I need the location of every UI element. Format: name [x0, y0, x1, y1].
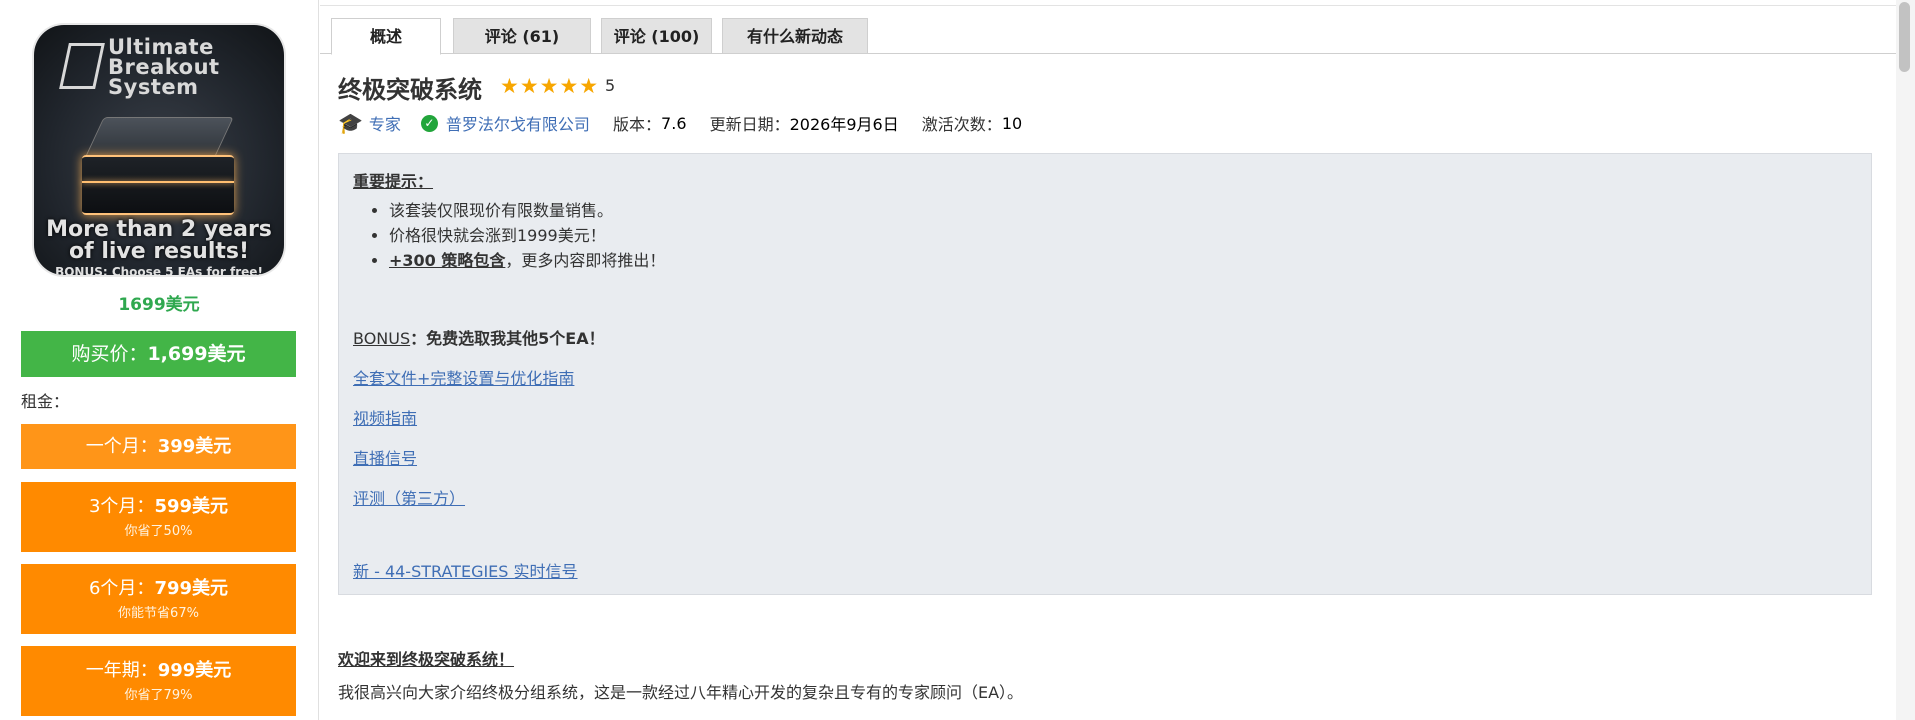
rent-period: 3个月：	[88, 496, 155, 517]
rent-period: 一年期：	[85, 660, 158, 681]
bonus-line: BONUS：免费选取我其他5个EA！	[353, 329, 1857, 349]
author-link[interactable]: 普罗法尔戈有限公司	[446, 111, 590, 135]
version-label: 版本：	[613, 115, 662, 134]
scrollbar-track[interactable]	[1896, 0, 1915, 720]
product-image-title: Ultimate Breakout System	[108, 35, 220, 99]
buy-button-label: 购买价：	[71, 343, 148, 365]
rent-price: 599美元	[154, 496, 229, 517]
product-box-graphic	[78, 117, 238, 217]
buy-button-price: 1,699美元	[147, 343, 246, 365]
rent-1-month-button[interactable]: 一个月：399美元	[21, 424, 296, 469]
activations-value: 10	[1001, 113, 1023, 133]
page-title: 终极突破系统	[338, 76, 482, 104]
buy-button[interactable]: 购买价：1,699美元	[21, 331, 296, 377]
rent-price: 799美元	[154, 578, 229, 599]
full-docs-link[interactable]: 全套文件+完整设置与优化指南	[353, 369, 574, 388]
rent-1-year-button[interactable]: 一年期：999美元 你省了79%	[21, 646, 296, 716]
notice-list: 该套装仅限现价有限数量销售。 价格很快就会涨到1999美元！ +300 策略包含…	[389, 198, 1857, 273]
live-signal-link[interactable]: 直播信号	[353, 449, 417, 468]
third-party-review-link[interactable]: 评测（第三方）	[353, 489, 465, 508]
tab-overview[interactable]: 概述	[331, 18, 441, 55]
rent-label: 租金：	[21, 392, 70, 411]
product-price: 1699美元	[118, 295, 200, 315]
product-image-tagline: More than 2 years of live results!	[46, 217, 272, 264]
new-signal-link[interactable]: 新 - 44-STRATEGIES 实时信号	[353, 562, 578, 581]
list-item-text: ，更多内容即将推出！	[505, 251, 666, 270]
product-logo-icon	[59, 43, 105, 89]
graduation-cap-icon: 🎓	[338, 111, 363, 135]
rent-savings: 你能节省67%	[118, 606, 199, 621]
category-link[interactable]: 专家	[369, 111, 401, 135]
intro-paragraph: 我很高兴向大家介绍终极分组系统，这是一款经过八年精心开发的复杂且专有的专家顾问（…	[338, 683, 1024, 702]
product-meta: 🎓 专家 ✓ 普罗法尔戈有限公司 版本：7.6 更新日期：2026年9月6日 激活次数…	[338, 111, 1022, 135]
verified-check-icon: ✓	[420, 114, 438, 132]
tab-comments[interactable]: 评论 (100)	[601, 18, 712, 54]
list-item: 价格很快就会涨到1999美元！	[389, 223, 1857, 248]
rent-3-month-button[interactable]: 3个月：599美元 你省了50%	[21, 482, 296, 552]
purchase-sidebar: Ultimate Breakout System More than 2 yea…	[0, 0, 319, 720]
notice-heading: 重要提示：	[353, 172, 434, 191]
version-value: 7.6	[661, 113, 687, 133]
tab-reviews[interactable]: 评论 (61)	[453, 18, 591, 54]
strategies-highlight: +300 策略包含	[389, 251, 506, 270]
important-notice-box: 重要提示： 该套装仅限现价有限数量销售。 价格很快就会涨到1999美元！ +30…	[338, 153, 1872, 595]
rent-6-month-button[interactable]: 6个月：799美元 你能节省67%	[21, 564, 296, 634]
bonus-label: BONUS	[353, 329, 411, 348]
welcome-heading: 欢迎来到终极突破系统！	[338, 650, 515, 669]
updated-value: 2026年9月6日	[789, 115, 899, 134]
list-item: +300 策略包含，更多内容即将推出！	[389, 248, 1857, 273]
rent-price: 999美元	[157, 660, 232, 681]
rent-savings: 你省了79%	[124, 688, 193, 703]
rent-price: 399美元	[157, 436, 232, 457]
updated-label: 更新日期：	[709, 115, 790, 134]
list-item: 该套装仅限现价有限数量销售。	[389, 198, 1857, 223]
rent-savings: 你省了50%	[124, 524, 193, 539]
activations-label: 激活次数：	[921, 115, 1002, 134]
bonus-text: ：免费选取我其他5个EA！	[410, 329, 605, 348]
rent-period: 6个月：	[88, 578, 155, 599]
tab-whats-new[interactable]: 有什么新动态	[722, 18, 868, 54]
rating-stars[interactable]: ★★★★★	[500, 74, 599, 98]
rent-period: 一个月：	[85, 436, 158, 457]
product-image-bonus: BONUS: Choose 5 EAs for free!	[55, 265, 263, 275]
video-guide-link[interactable]: 视频指南	[353, 409, 417, 428]
scrollbar-thumb[interactable]	[1899, 2, 1910, 72]
product-image[interactable]: Ultimate Breakout System More than 2 yea…	[34, 25, 284, 275]
top-divider	[320, 5, 1896, 6]
rating-value: 5	[605, 76, 616, 95]
